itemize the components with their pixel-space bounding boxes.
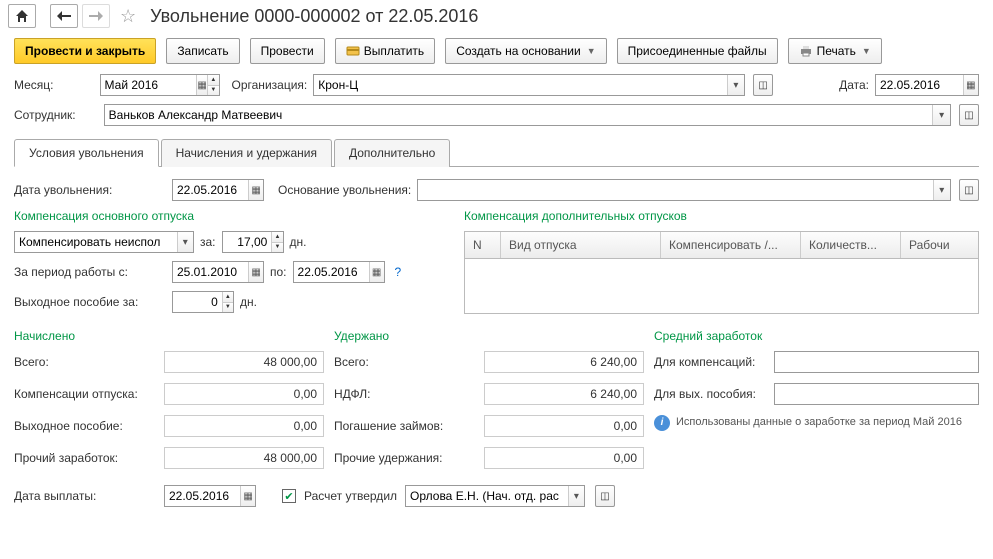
dropdown-icon[interactable]: ▾	[933, 180, 950, 200]
dismissal-date-label: Дата увольнения:	[14, 183, 166, 197]
col-qty: Количеств...	[801, 232, 901, 258]
post-and-close-button[interactable]: Провести и закрыть	[14, 38, 156, 64]
dropdown-icon[interactable]: ▾	[177, 232, 193, 252]
avg-title: Средний заработок	[654, 329, 979, 343]
pay-button[interactable]: Выплатить	[335, 38, 436, 64]
severance-field: 0,00	[164, 415, 324, 437]
approver-open-button[interactable]: ◫	[595, 485, 615, 507]
paydate-label: Дата выплаты:	[14, 489, 156, 503]
total-accrued-field: 48 000,00	[164, 351, 324, 373]
accrued-title: Начислено	[14, 329, 324, 343]
approved-label: Расчет утвердил	[304, 489, 397, 503]
month-picker-icon[interactable]: ▦	[196, 75, 207, 95]
info-icon: i	[654, 415, 670, 431]
other-ded-field: 0,00	[484, 447, 644, 469]
post-button[interactable]: Провести	[250, 38, 325, 64]
for-comp-input[interactable]	[774, 351, 979, 373]
comp-mode-select[interactable]: ▾	[14, 231, 194, 253]
paydate-input[interactable]: ▦	[164, 485, 256, 507]
back-button[interactable]	[50, 4, 78, 28]
date-input[interactable]: ▦	[875, 74, 979, 96]
home-button[interactable]	[8, 4, 36, 28]
period-to-input[interactable]: ▦	[293, 261, 385, 283]
create-based-on-button[interactable]: Создать на основании▼	[445, 38, 606, 64]
ndfl-field: 6 240,00	[484, 383, 644, 405]
tab-dismissal-conditions[interactable]: Условия увольнения	[14, 139, 159, 167]
month-label: Месяц:	[14, 78, 54, 92]
calendar-icon[interactable]: ▦	[240, 486, 255, 506]
severance-label: Выходное пособие за:	[14, 295, 166, 309]
date-label: Дата:	[839, 78, 869, 92]
dropdown-icon[interactable]: ▾	[568, 486, 584, 506]
reason-input[interactable]: ▾	[417, 179, 951, 201]
total-withheld-field: 6 240,00	[484, 351, 644, 373]
loans-field: 0,00	[484, 415, 644, 437]
comp-main-title: Компенсация основного отпуска	[14, 209, 444, 223]
comp-vac-field: 0,00	[164, 383, 324, 405]
help-link[interactable]: ?	[395, 265, 402, 279]
col-type: Вид отпуска	[501, 232, 661, 258]
other-earn-field: 48 000,00	[164, 447, 324, 469]
calendar-icon[interactable]: ▦	[963, 75, 978, 95]
reason-open-button[interactable]: ◫	[959, 179, 979, 201]
col-work: Рабочи	[901, 232, 978, 258]
for-sev-input[interactable]	[774, 383, 979, 405]
tab-additional[interactable]: Дополнительно	[334, 139, 450, 167]
withheld-title: Удержано	[334, 329, 644, 343]
org-open-button[interactable]: ◫	[753, 74, 773, 96]
approved-checkbox[interactable]: ✔	[282, 489, 296, 503]
month-input[interactable]: ▦ ▲▼	[100, 74, 220, 96]
period-label: За период работы с:	[14, 265, 166, 279]
dismissal-date-input[interactable]: ▦	[172, 179, 264, 201]
employee-input[interactable]: ▾	[104, 104, 951, 126]
extra-vacation-table[interactable]: N Вид отпуска Компенсировать /... Количе…	[464, 231, 979, 314]
days-input[interactable]: ▲▼	[222, 231, 284, 253]
save-button[interactable]: Записать	[166, 38, 239, 64]
org-input[interactable]: ▾	[313, 74, 745, 96]
page-title: Увольнение 0000-000002 от 22.05.2016	[150, 6, 478, 27]
dropdown-icon[interactable]: ▾	[932, 105, 950, 125]
tab-accruals[interactable]: Начисления и удержания	[161, 139, 332, 167]
period-from-input[interactable]: ▦	[172, 261, 264, 283]
info-text: Использованы данные о заработке за перио…	[676, 415, 962, 431]
org-label: Организация:	[232, 78, 308, 92]
reason-label: Основание увольнения:	[278, 183, 411, 197]
calendar-icon[interactable]: ▦	[248, 262, 263, 282]
col-compensate: Компенсировать /...	[661, 232, 801, 258]
comp-extra-title: Компенсация дополнительных отпусков	[464, 209, 979, 223]
print-button[interactable]: Печать▼	[788, 38, 882, 64]
employee-open-button[interactable]: ◫	[959, 104, 979, 126]
calendar-icon[interactable]: ▦	[248, 180, 263, 200]
forward-button	[82, 4, 110, 28]
employee-label: Сотрудник:	[14, 108, 76, 122]
approver-input[interactable]: ▾	[405, 485, 585, 507]
calendar-icon[interactable]: ▦	[369, 262, 384, 282]
favorite-star-icon[interactable]: ☆	[120, 6, 136, 27]
severance-days-input[interactable]: ▲▼	[172, 291, 234, 313]
col-n: N	[465, 232, 501, 258]
dropdown-icon[interactable]: ▾	[727, 75, 744, 95]
attached-files-button[interactable]: Присоединенные файлы	[617, 38, 778, 64]
